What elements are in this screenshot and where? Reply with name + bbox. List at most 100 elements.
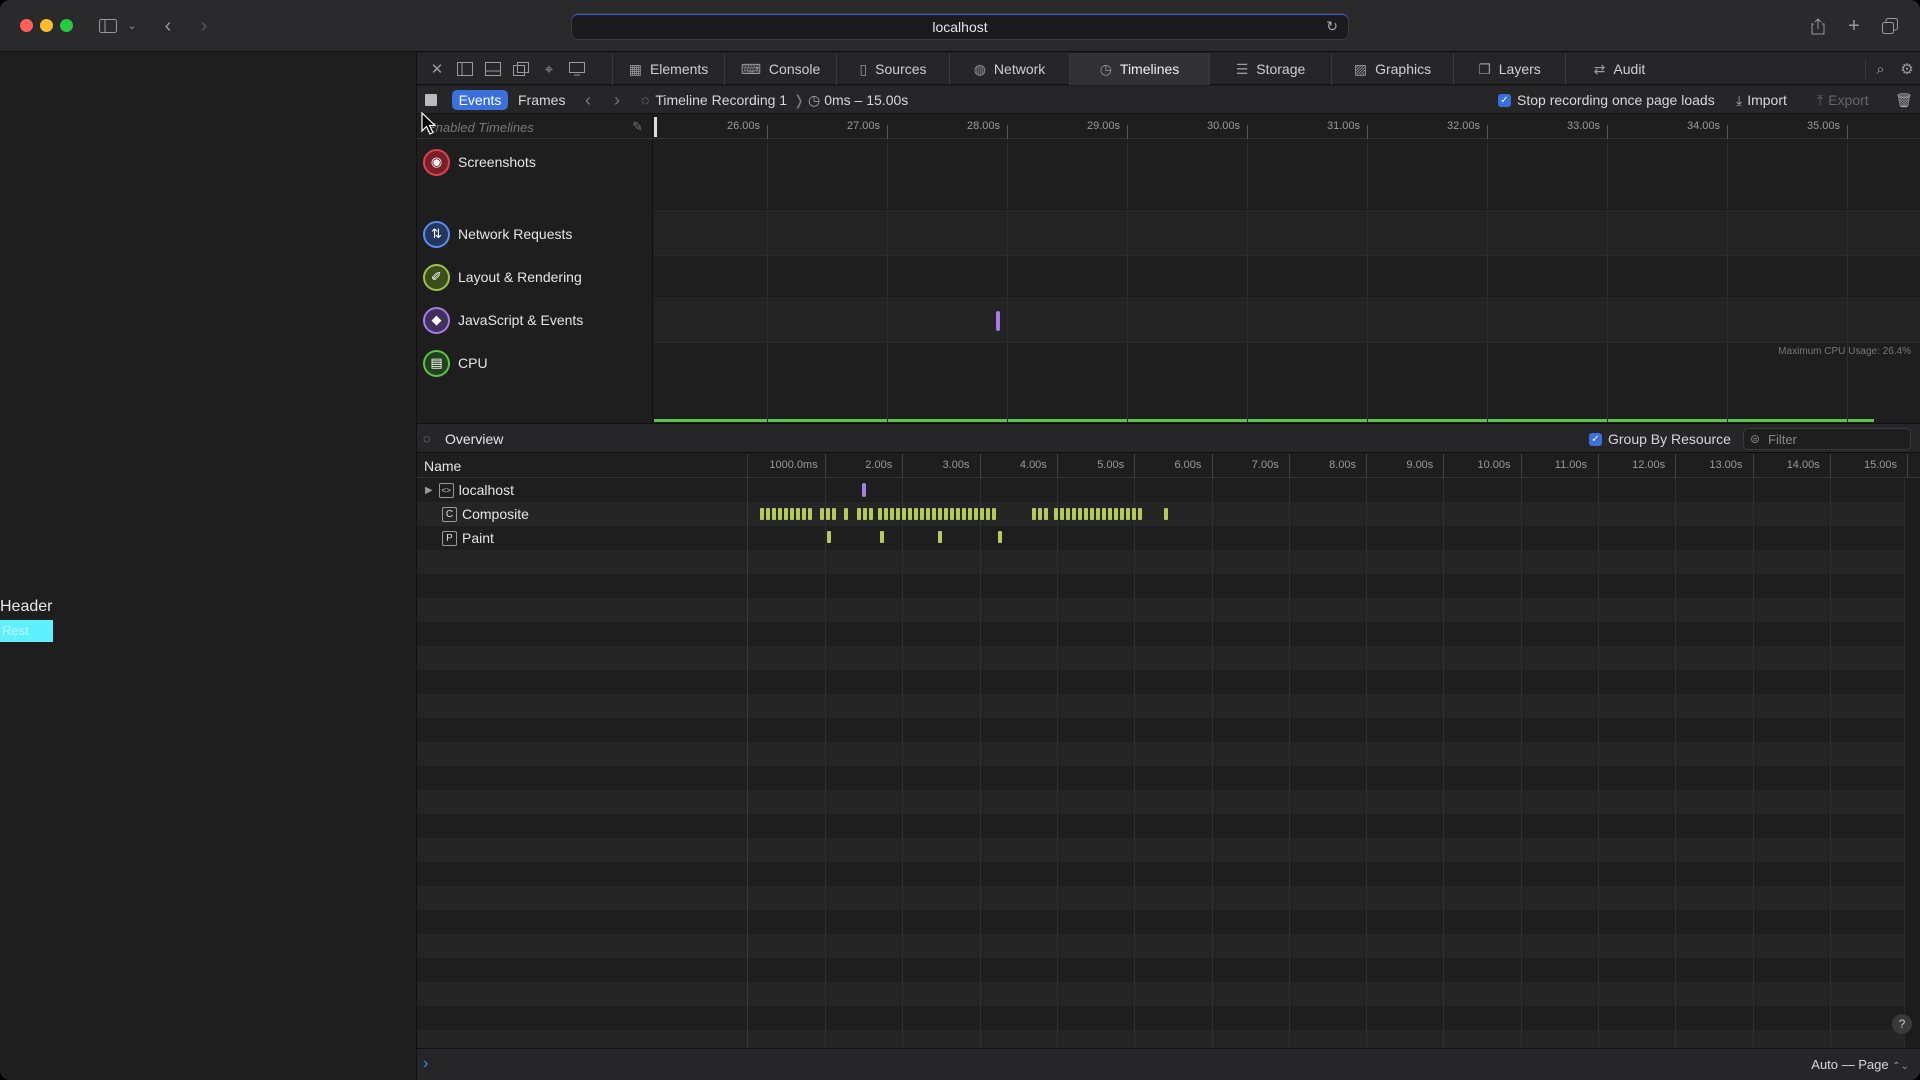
composite-event-bar[interactable]	[802, 508, 806, 520]
group-by-resource-checkbox[interactable]: ✓ Group By Resource	[1589, 431, 1731, 447]
composite-event-bar[interactable]	[869, 508, 873, 520]
composite-event-bar[interactable]	[944, 508, 948, 520]
paint-event-bar[interactable]	[998, 531, 1002, 543]
reload-icon[interactable]: ↻	[1326, 18, 1338, 35]
composite-event-bar[interactable]	[986, 508, 990, 520]
composite-event-bar[interactable]	[766, 508, 770, 520]
composite-event-bar[interactable]	[844, 508, 848, 520]
composite-event-bar[interactable]	[1084, 508, 1088, 520]
composite-event-bar[interactable]	[1138, 508, 1142, 520]
composite-event-bar[interactable]	[938, 508, 942, 520]
composite-event-bar[interactable]	[1102, 508, 1106, 520]
composite-event-bar[interactable]	[1096, 508, 1100, 520]
frames-toggle[interactable]: Frames	[518, 86, 565, 114]
address-bar[interactable]: localhost ↻	[571, 13, 1349, 40]
gear-icon[interactable]: ⚙	[1897, 59, 1917, 79]
zoom-window-button[interactable]	[60, 19, 73, 32]
events-toggle[interactable]: Events	[452, 90, 508, 110]
composite-event-bar[interactable]	[1066, 508, 1070, 520]
composite-event-bar[interactable]	[832, 508, 836, 520]
composite-event-bar[interactable]	[962, 508, 966, 520]
composite-event-bar[interactable]	[956, 508, 960, 520]
tab-audit[interactable]: ⇄ Audit	[1565, 53, 1673, 85]
zoom-selector[interactable]: Auto — Page ⌃⌄	[1811, 1057, 1909, 1072]
paint-event-bar[interactable]	[880, 531, 884, 543]
stop-recording-checkbox[interactable]: ✓ Stop recording once page loads	[1498, 86, 1715, 114]
recording-breadcrumb[interactable]: ◌ Timeline Recording 1 ❭	[641, 86, 811, 114]
time-range-breadcrumb[interactable]: ◷ 0ms – 15.00s	[808, 86, 908, 114]
record-composite[interactable]: C Composite	[442, 502, 529, 526]
composite-event-bar[interactable]	[920, 508, 924, 520]
composite-event-bar[interactable]	[1054, 508, 1058, 520]
composite-event-bar[interactable]	[790, 508, 794, 520]
detach-window-icon[interactable]	[511, 59, 531, 79]
composite-event-bar[interactable]	[1108, 508, 1112, 520]
tab-network[interactable]: ◍ Network	[949, 53, 1069, 85]
close-window-button[interactable]	[20, 19, 33, 32]
paint-event-bar[interactable]	[827, 531, 831, 543]
composite-event-bar[interactable]	[857, 508, 861, 520]
composite-event-bar[interactable]	[1164, 508, 1168, 520]
device-settings-icon[interactable]	[567, 59, 587, 79]
composite-event-bar[interactable]	[980, 508, 984, 520]
composite-event-bar[interactable]	[992, 508, 996, 520]
chevron-down-icon[interactable]: ⌄	[126, 14, 138, 38]
new-tab-icon[interactable]: +	[1844, 14, 1864, 38]
composite-event-bar[interactable]	[902, 508, 906, 520]
minimize-window-button[interactable]	[40, 19, 53, 32]
close-inspector-icon[interactable]: ✕	[427, 59, 447, 79]
composite-event-bar[interactable]	[968, 508, 972, 520]
composite-event-bar[interactable]	[926, 508, 930, 520]
back-icon[interactable]: ‹	[160, 14, 176, 38]
record-localhost[interactable]: ▶ <> localhost	[425, 478, 514, 502]
ruler-selection-handle[interactable]	[654, 117, 657, 137]
composite-event-bar[interactable]	[1032, 508, 1036, 520]
name-column-divider[interactable]	[747, 454, 748, 1048]
composite-event-bar[interactable]	[1114, 508, 1118, 520]
composite-event-bar[interactable]	[778, 508, 782, 520]
forward-icon[interactable]: ›	[614, 86, 620, 114]
composite-event-bar[interactable]	[1060, 508, 1064, 520]
composite-event-bar[interactable]	[808, 508, 812, 520]
tab-graphics[interactable]: ▨ Graphics	[1331, 53, 1453, 85]
element-picker-icon[interactable]: ⌖	[539, 59, 559, 79]
paint-event-bar[interactable]	[938, 531, 942, 543]
composite-event-bar[interactable]	[1120, 508, 1124, 520]
console-prompt-icon[interactable]: ›	[423, 1055, 428, 1073]
tab-console[interactable]: ⌨ Console	[724, 53, 836, 85]
composite-event-bar[interactable]	[1072, 508, 1076, 520]
composite-event-bar[interactable]	[820, 508, 824, 520]
composite-event-bar[interactable]	[914, 508, 918, 520]
stop-recording-button[interactable]	[425, 86, 437, 114]
composite-event-bar[interactable]	[1038, 508, 1042, 520]
tab-layers[interactable]: ❐ Layers	[1453, 53, 1565, 85]
help-icon[interactable]: ?	[1892, 1014, 1912, 1034]
composite-event-bar[interactable]	[1126, 508, 1130, 520]
tab-sources[interactable]: ▯ Sources	[836, 53, 949, 85]
script-event-bar[interactable]	[862, 483, 866, 497]
screenshots-graph[interactable]	[654, 140, 1920, 212]
trash-icon[interactable]: 🗑	[1895, 86, 1913, 114]
records-scrollbar[interactable]	[1904, 478, 1920, 1048]
timeline-row-javascript[interactable]: ◆ JavaScript & Events	[423, 305, 583, 335]
composite-event-bar[interactable]	[974, 508, 978, 520]
composite-event-bar[interactable]	[772, 508, 776, 520]
share-icon[interactable]	[1808, 14, 1828, 38]
composite-event-bar[interactable]	[950, 508, 954, 520]
composite-event-bar[interactable]	[932, 508, 936, 520]
composite-event-bar[interactable]	[878, 508, 882, 520]
search-icon[interactable]: ⌕	[1865, 59, 1895, 79]
dock-bottom-icon[interactable]	[483, 59, 503, 79]
cpu-graph[interactable]: Maximum CPU Usage: 26.4%	[654, 344, 1920, 423]
composite-event-bar[interactable]	[896, 508, 900, 520]
composite-event-bar[interactable]	[826, 508, 830, 520]
edit-icon[interactable]: ✎	[632, 119, 643, 135]
tab-elements[interactable]: ▦ Elements	[612, 53, 724, 85]
composite-event-bar[interactable]	[908, 508, 912, 520]
timeline-row-layout[interactable]: ✐ Layout & Rendering	[423, 262, 582, 292]
composite-event-bar[interactable]	[760, 508, 764, 520]
overview-title[interactable]: Overview	[445, 431, 503, 447]
composite-event-bar[interactable]	[863, 508, 867, 520]
sidebar-toggle-icon[interactable]	[98, 14, 118, 38]
dock-left-icon[interactable]	[455, 59, 475, 79]
